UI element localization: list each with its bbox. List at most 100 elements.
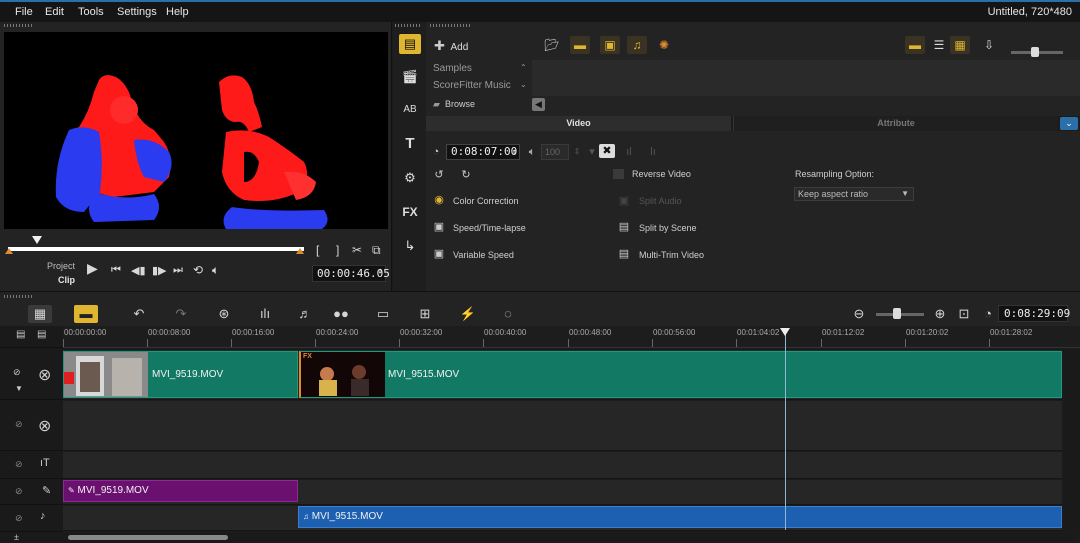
previous-frame-icon[interactable]: ◀▮ [131, 264, 146, 277]
track-visibility-icon[interactable]: ⊘ [15, 459, 23, 470]
fade-out-icon[interactable]: lı [645, 145, 661, 159]
collapse-library-icon[interactable]: ◀ [532, 98, 545, 111]
panel-grip[interactable] [395, 24, 421, 27]
clip-volume-field[interactable]: 100 [541, 144, 569, 160]
timeline-zoom-knob[interactable] [893, 308, 901, 319]
volume-icon[interactable]: 🔈︎ [212, 263, 219, 278]
duration-stepper-icon[interactable]: ⇕ [512, 145, 517, 159]
mute-icon[interactable]: ✖ [599, 144, 615, 158]
title-icon[interactable]: T [399, 134, 421, 154]
sort-icon[interactable]: ⇩ [979, 36, 999, 54]
track-visibility-icon[interactable]: ⊘ [13, 367, 21, 378]
enlarge-preview-icon[interactable]: ⧉ [372, 243, 381, 258]
track-visibility-icon[interactable]: ⊘ [15, 513, 23, 524]
media-library-icon[interactable]: ▤ [399, 34, 421, 54]
mode-clip-label[interactable]: Clip [58, 275, 75, 285]
video-track[interactable]: MVI_9519.MOV FX MVI_9515.MOV [63, 350, 1062, 400]
list-view-icon[interactable]: ☰ [929, 36, 949, 54]
undo-icon[interactable]: ↶ [127, 305, 151, 323]
transition-icon[interactable]: AB [399, 100, 421, 120]
show-audio-icon[interactable]: ♫ [627, 36, 647, 54]
horizontal-scroll-thumb[interactable] [68, 535, 228, 540]
timeline-view-icon[interactable]: ▬ [74, 305, 98, 323]
show-videos-icon[interactable]: ▬ [570, 36, 590, 54]
grid-view-icon[interactable]: ▦ [950, 36, 970, 54]
multi-trim-button[interactable]: Multi-Trim Video [639, 250, 704, 260]
timeline-ruler[interactable]: 00:00:00:00 00:00:08:00 00:00:16:00 00:0… [63, 326, 1080, 348]
graphic-icon[interactable]: ⚙ [399, 168, 421, 188]
path-icon[interactable]: ↳ [399, 236, 421, 256]
music-clip[interactable]: ♫ MVI_9515.MOV [298, 506, 1062, 528]
vertical-scrollbar[interactable] [1064, 350, 1080, 530]
play-icon[interactable]: ▶ [87, 260, 98, 277]
panel-grip[interactable] [4, 295, 34, 298]
next-frame-icon[interactable]: ▮▶ [152, 264, 167, 277]
import-folder-icon[interactable]: 📂︎ [542, 36, 562, 54]
menu-help[interactable]: Help [166, 6, 189, 18]
playhead-handle[interactable] [780, 328, 790, 336]
scrubber-track[interactable] [8, 247, 304, 251]
thumbnail-size-knob[interactable] [1031, 47, 1039, 57]
motion-tracking-icon[interactable]: ●● [329, 305, 353, 323]
scissors-icon[interactable]: ✂ [352, 243, 362, 257]
redo-icon[interactable]: ↷ [169, 305, 193, 323]
mark-out-button[interactable]: ] [336, 243, 339, 257]
timelapse-icon[interactable]: ⚡ [456, 305, 480, 323]
stop-motion-icon[interactable]: ◌ [496, 305, 520, 323]
rotate-right-icon[interactable]: ↻ [458, 168, 474, 182]
auto-music-icon[interactable]: ♬ [293, 305, 317, 323]
split-audio-button[interactable]: Split Audio [639, 196, 682, 206]
volume-stepper-icon[interactable]: ⇕ [569, 145, 585, 159]
volume-dropdown-icon[interactable]: ▾ [584, 145, 600, 159]
video-clip[interactable]: MVI_9519.MOV [63, 351, 298, 398]
end-icon[interactable]: ⏭ [173, 264, 183, 277]
menu-tools[interactable]: Tools [78, 6, 104, 18]
track-visibility-icon[interactable]: ⊘ [15, 419, 23, 430]
music-track[interactable]: ♫ MVI_9515.MOV [63, 506, 1062, 531]
menu-file[interactable]: File [15, 6, 33, 18]
title-track[interactable] [63, 452, 1062, 479]
playhead-line[interactable] [785, 330, 786, 530]
zoom-in-icon[interactable]: ⊕ [928, 305, 952, 323]
panel-grip[interactable] [4, 24, 34, 27]
menu-settings[interactable]: Settings [117, 6, 157, 18]
reverse-video-checkbox[interactable] [613, 169, 624, 179]
sound-mixer-icon[interactable]: ılı [253, 305, 277, 323]
storyboard-view-icon[interactable]: ▦ [28, 305, 52, 323]
trim-start-marker[interactable] [5, 248, 13, 254]
panel-grip[interactable] [430, 24, 470, 27]
expand-options-icon[interactable]: ⌄ [1060, 117, 1078, 130]
chapter-point-icon[interactable]: ▤ [37, 329, 46, 340]
web-media-icon[interactable]: ✺ [654, 36, 674, 54]
voice-track[interactable]: ✎ MVI_9519.MOV [63, 480, 1062, 505]
fade-in-icon[interactable]: ıl [621, 145, 637, 159]
project-duration-timecode[interactable]: 0:08:29:09 [998, 305, 1070, 322]
instant-project-icon[interactable]: 🎬︎ [399, 67, 421, 87]
multi-camera-icon[interactable]: ⊞ [413, 305, 437, 323]
browse-button[interactable]: ▰ Browse [433, 99, 475, 110]
rotate-left-icon[interactable]: ↺ [431, 168, 447, 182]
list-view-thumb-icon[interactable]: ▬ [905, 36, 925, 54]
record-capture-icon[interactable]: ⊛ [212, 305, 236, 323]
preview-timecode[interactable]: 00:00:46.05 ⇕ [312, 265, 390, 282]
show-photos-icon[interactable]: ▣ [600, 36, 620, 54]
menu-edit[interactable]: Edit [45, 6, 64, 18]
filter-fx-icon[interactable]: FX [399, 202, 421, 222]
zoom-out-icon[interactable]: ⊖ [847, 305, 871, 323]
split-by-scene-button[interactable]: Split by Scene [639, 223, 697, 233]
variable-speed-button[interactable]: Variable Speed [453, 250, 514, 260]
tab-attribute[interactable]: Attribute [733, 116, 1058, 131]
repeat-icon[interactable]: ⟲ [193, 263, 203, 277]
add-track-icon[interactable]: ± [14, 532, 19, 542]
resampling-select[interactable]: Keep aspect ratio ▼ [794, 187, 914, 201]
clip-duration-field[interactable]: 0:08:07:00 ⇕ [446, 144, 520, 160]
mark-in-button[interactable]: [ [316, 243, 319, 257]
track-expand-icon[interactable]: ▼ [15, 384, 23, 393]
track-visibility-icon[interactable]: ⊘ [15, 486, 23, 497]
add-folder-button[interactable]: ✚ Add [434, 38, 468, 54]
overlay-track[interactable] [63, 401, 1062, 451]
folder-samples[interactable]: Samples [433, 63, 472, 74]
fit-project-icon[interactable]: ⊡ [952, 305, 976, 323]
subtitle-editor-icon[interactable]: ▭ [371, 305, 395, 323]
color-correction-button[interactable]: Color Correction [453, 196, 519, 206]
